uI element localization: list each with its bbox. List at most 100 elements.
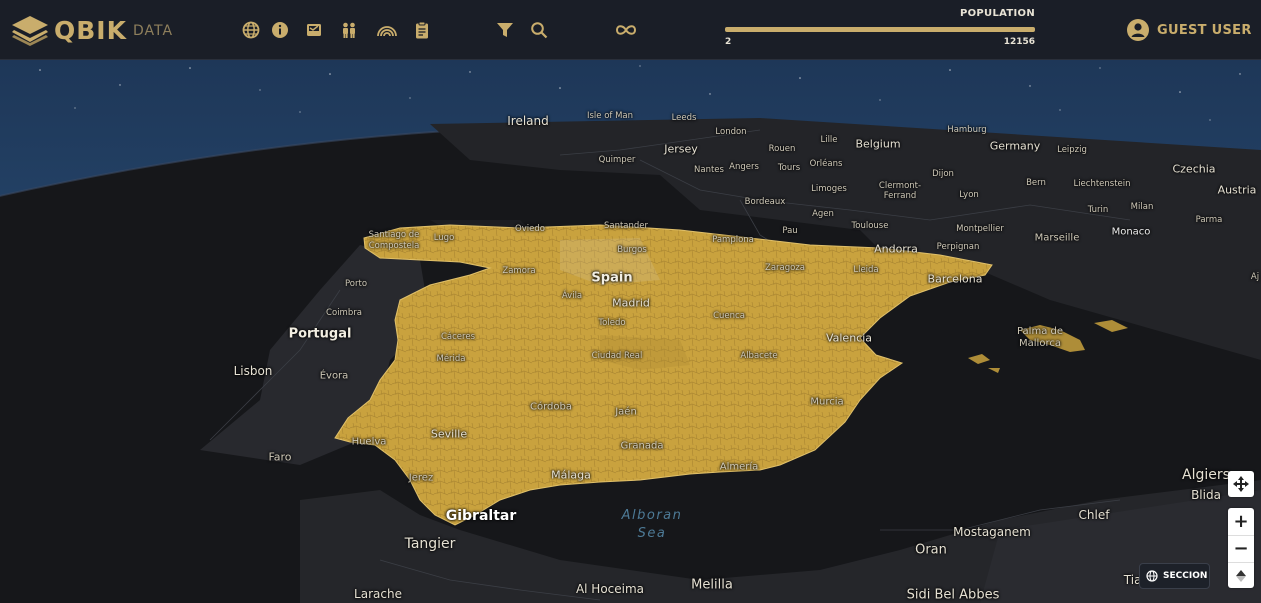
move-pan-button[interactable] xyxy=(1228,471,1254,497)
brand-name: QBIK xyxy=(54,15,127,45)
label-clermont-ferrand: Clermont- Ferrand xyxy=(878,181,922,201)
population-slider-track[interactable] xyxy=(725,27,1035,32)
label-germany: Germany xyxy=(989,139,1041,153)
label-lugo: Lugo xyxy=(433,233,455,243)
label-isle-of-man: Isle of Man xyxy=(586,111,634,121)
label-turin: Turin xyxy=(1087,205,1109,215)
map-canvas[interactable]: Ireland Isle of Man Leeds London Hamburg… xyxy=(0,60,1261,603)
label-ireland: Ireland xyxy=(507,114,549,128)
label-seville: Seville xyxy=(430,427,468,441)
label-angers: Angers xyxy=(729,162,759,172)
layers-logo-icon xyxy=(12,16,48,46)
label-agen: Agen xyxy=(812,209,834,219)
label-caceres: Cáceres xyxy=(440,332,476,342)
label-monaco: Monaco xyxy=(1111,226,1151,238)
label-parma: Parma xyxy=(1195,215,1223,225)
label-faro: Faro xyxy=(268,450,292,464)
clipboard-icon[interactable] xyxy=(413,21,431,39)
info-icon[interactable] xyxy=(271,21,289,39)
population-title: POPULATION xyxy=(959,8,1035,19)
label-porto: Porto xyxy=(344,279,368,289)
label-london: London xyxy=(715,127,747,137)
label-merida: Mérida xyxy=(436,354,466,364)
label-lyon: Lyon xyxy=(959,190,979,200)
label-huelva: Huelva xyxy=(351,436,387,448)
label-blida: Blida xyxy=(1191,488,1221,502)
label-nantes: Nantes xyxy=(694,165,724,175)
label-jersey: Jersey xyxy=(664,142,698,156)
population-min-value: 2 xyxy=(725,37,732,47)
people-icon[interactable] xyxy=(340,21,358,39)
label-oviedo: Oviedo xyxy=(515,224,545,234)
label-malaga: Málaga xyxy=(551,468,591,482)
label-pau: Pau xyxy=(782,226,798,236)
label-larache: Larache xyxy=(354,587,402,601)
label-rouen: Rouen xyxy=(768,144,796,154)
label-zamora: Zamora xyxy=(502,266,536,276)
label-mostaganem: Mostaganem xyxy=(953,525,1031,539)
move-arrows-icon xyxy=(1233,476,1249,492)
label-murcia: Murcia xyxy=(810,396,844,408)
label-leipzig: Leipzig xyxy=(1057,145,1087,155)
label-granada: Granada xyxy=(620,440,664,452)
label-perpignan: Perpignan xyxy=(936,242,980,252)
search-icon[interactable] xyxy=(530,21,548,39)
label-quimper: Quimper xyxy=(598,155,636,165)
label-valencia: Valencia xyxy=(825,331,873,345)
label-austria: Austria xyxy=(1217,183,1257,197)
population-max-value: 12156 xyxy=(1003,37,1035,47)
label-algiers: Algiers xyxy=(1182,467,1230,483)
label-cordoba: Córdoba xyxy=(530,401,572,413)
label-montpellier: Montpellier xyxy=(956,224,1004,234)
filter-icon[interactable] xyxy=(496,21,514,39)
infinity-icon[interactable] xyxy=(615,21,637,39)
label-lille: Lille xyxy=(820,135,838,145)
label-bordeaux: Bordeaux xyxy=(744,197,786,207)
label-coimbra: Coimbra xyxy=(326,308,362,318)
population-range-slider[interactable]: POPULATION 2 12156 xyxy=(725,6,1035,54)
label-almeria: Almería xyxy=(719,461,759,473)
label-evora: Évora xyxy=(319,370,349,382)
label-jaen: Jaén xyxy=(615,406,637,418)
user-avatar-icon xyxy=(1127,19,1149,41)
label-ciudad-real: Ciudad Real xyxy=(591,351,643,361)
label-tours: Tours xyxy=(777,163,801,173)
label-al-hoceima: Al Hoceima xyxy=(575,582,645,596)
label-liechtenstein: Liechtenstein xyxy=(1073,179,1131,189)
zoom-in-button[interactable]: + xyxy=(1228,508,1254,536)
label-burgos: Burgos xyxy=(617,245,647,255)
label-cuenca: Cuenca xyxy=(713,311,745,321)
label-palma-de-mallorca: Palma de Mallorca xyxy=(1016,326,1064,349)
label-jerez: Jerez xyxy=(408,472,434,484)
label-orleans: Orléans xyxy=(809,159,843,169)
label-belgium: Belgium xyxy=(855,137,901,151)
brand-suffix: DATA xyxy=(132,22,174,39)
zoom-out-button[interactable]: − xyxy=(1228,536,1254,563)
label-milan: Milan xyxy=(1130,202,1154,212)
compass-reset-button[interactable] xyxy=(1228,563,1254,588)
label-hamburg: Hamburg xyxy=(947,125,987,135)
seccion-label: SECCION xyxy=(1163,571,1208,581)
label-spain: Spain xyxy=(591,270,633,286)
label-santiago-de-compostela: Santiago de Compostela xyxy=(368,230,420,251)
guest-user-menu[interactable]: GUEST USER xyxy=(1127,19,1252,41)
label-marseille: Marseille xyxy=(1034,232,1080,244)
inbox-icon[interactable] xyxy=(305,21,323,39)
globe-icon[interactable] xyxy=(242,21,260,39)
label-andorra: Andorra xyxy=(874,242,918,256)
label-portugal: Portugal xyxy=(288,326,352,342)
label-santander: Santander xyxy=(603,221,649,231)
label-chlef: Chlef xyxy=(1078,508,1110,522)
label-dijon: Dijon xyxy=(932,169,954,179)
label-pamplona: Pamplona xyxy=(712,235,754,245)
globe-icon xyxy=(1146,570,1158,582)
label-gibraltar: Gibraltar xyxy=(445,508,517,524)
rainbow-icon[interactable] xyxy=(377,21,397,39)
seccion-layer-button[interactable]: SECCION xyxy=(1139,563,1210,589)
label-zaragoza: Zaragoza xyxy=(764,263,806,273)
label-toulouse: Toulouse xyxy=(851,221,889,231)
label-oran: Oran xyxy=(915,542,947,558)
label-avila: Ávila xyxy=(561,291,583,301)
top-bar: QBIK DATA POPULATION 2 12156 GUEST USER xyxy=(0,0,1261,60)
brand-logo[interactable]: QBIK DATA xyxy=(10,14,173,46)
